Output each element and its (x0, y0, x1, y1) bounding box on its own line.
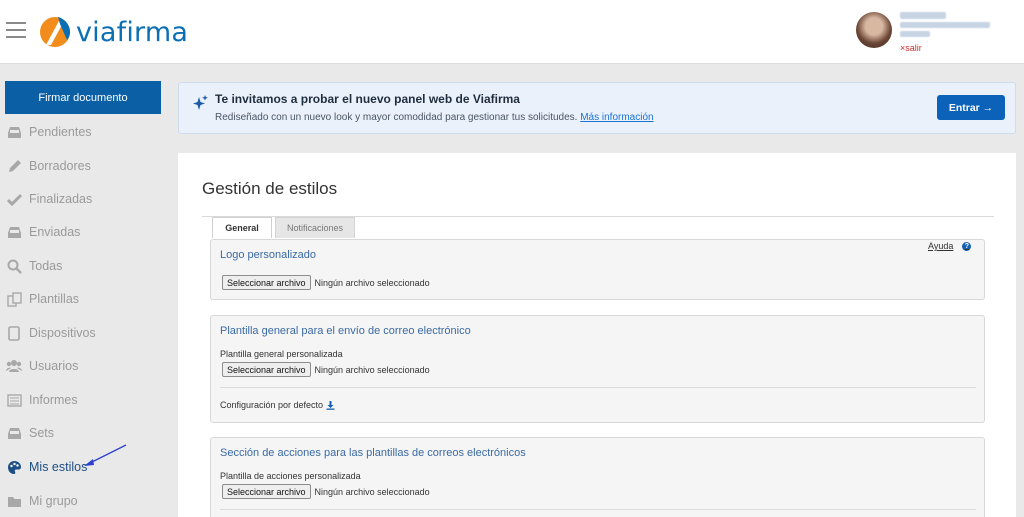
logo-panel: Ayuda? Logo personalizado Seleccionar ar… (210, 239, 985, 300)
avatar[interactable] (856, 12, 892, 48)
file-status: Ningún archivo seleccionado (314, 277, 430, 288)
select-file-button[interactable]: Seleccionar archivo (222, 275, 311, 290)
menu-icon[interactable] (6, 22, 26, 38)
user-name-redacted (900, 12, 946, 19)
brand-name: viafirma (76, 16, 189, 48)
sign-document-button[interactable]: Firmar documento (5, 81, 161, 114)
pencil-icon (6, 158, 22, 174)
new-panel-banner: Te invitamos a probar el nuevo panel web… (178, 82, 1016, 134)
help-icon: ? (962, 241, 972, 251)
sidebar-item-mi-grupo[interactable]: Mi grupo (6, 491, 78, 511)
default-config-link[interactable]: Configuración por defecto (220, 400, 335, 410)
inbox-icon (6, 124, 22, 140)
panel-title: Sección de acciones para las plantillas … (220, 447, 526, 459)
field-label: Plantilla general personalizada (220, 349, 343, 359)
actions-template-panel: Sección de acciones para las plantillas … (210, 437, 985, 517)
email-template-panel: Plantilla general para el envío de corre… (210, 315, 985, 423)
sidebar-item-enviadas[interactable]: Enviadas (6, 222, 80, 242)
field-label: Plantilla de acciones personalizada (220, 471, 361, 481)
logo-mark-icon (40, 17, 70, 47)
file-status: Ningún archivo seleccionado (314, 486, 430, 497)
sidebar-item-mis-estilos[interactable]: Mis estilos (6, 457, 87, 477)
check-icon (6, 191, 22, 207)
tab-general[interactable]: General (212, 217, 272, 238)
tab-notificaciones[interactable]: Notificaciones (275, 217, 355, 238)
page-title: Gestión de estilos (202, 179, 338, 198)
viafirma-logo[interactable]: viafirma (38, 12, 188, 52)
divider (220, 387, 976, 388)
user-email-redacted (900, 22, 990, 28)
select-file-button[interactable]: Seleccionar archivo (222, 484, 311, 499)
logo-file-input[interactable]: Seleccionar archivo Ningún archivo selec… (222, 275, 430, 290)
sparkle-icon (193, 95, 208, 110)
logout-link[interactable]: ×salir (900, 43, 922, 53)
inbox-icon (6, 425, 22, 441)
sidebar-item-informes[interactable]: Informes (6, 390, 78, 410)
users-icon (6, 358, 22, 374)
file-status: Ningún archivo seleccionado (314, 364, 430, 375)
sidebar-item-dispositivos[interactable]: Dispositivos (6, 323, 96, 343)
download-icon (326, 400, 335, 410)
banner-text: Rediseñado con un nuevo look y mayor com… (215, 112, 654, 123)
report-icon (6, 392, 22, 408)
sidebar-item-plantillas[interactable]: Plantillas (6, 289, 79, 309)
search-icon (6, 258, 22, 274)
sidebar-item-todas[interactable]: Todas (6, 256, 62, 276)
sidebar-item-usuarios[interactable]: Usuarios (6, 356, 78, 376)
folder-icon (6, 493, 22, 509)
user-org-redacted (900, 31, 930, 37)
panel-title: Plantilla general para el envío de corre… (220, 325, 471, 337)
sidebar-item-finalizadas[interactable]: Finalizadas (6, 189, 92, 209)
email-template-file-input[interactable]: Seleccionar archivo Ningún archivo selec… (222, 362, 430, 377)
annotation-arrow (84, 444, 127, 466)
panel-title: Logo personalizado (220, 249, 317, 261)
enter-button[interactable]: Entrar → (937, 95, 1005, 120)
actions-template-file-input[interactable]: Seleccionar archivo Ningún archivo selec… (222, 484, 430, 499)
sidebar-item-pendientes[interactable]: Pendientes (6, 122, 92, 142)
divider (220, 509, 976, 510)
more-info-link[interactable]: Más información (580, 112, 653, 123)
banner-title: Te invitamos a probar el nuevo panel web… (215, 92, 520, 106)
user-menu[interactable]: ×salir (856, 12, 1021, 56)
top-header: viafirma ×salir (0, 0, 1024, 64)
select-file-button[interactable]: Seleccionar archivo (222, 362, 311, 377)
tablet-icon (6, 325, 22, 341)
palette-icon (6, 459, 22, 475)
help-link[interactable]: Ayuda? (928, 241, 972, 251)
styles-card: Gestión de estilos General Notificacione… (178, 153, 1016, 517)
sidebar-item-borradores[interactable]: Borradores (6, 156, 91, 176)
inbox-icon (6, 224, 22, 240)
sidebar: Firmar documento Pendientes Borradores F… (0, 65, 170, 517)
templates-icon (6, 291, 22, 307)
sidebar-item-sets[interactable]: Sets (6, 423, 54, 443)
